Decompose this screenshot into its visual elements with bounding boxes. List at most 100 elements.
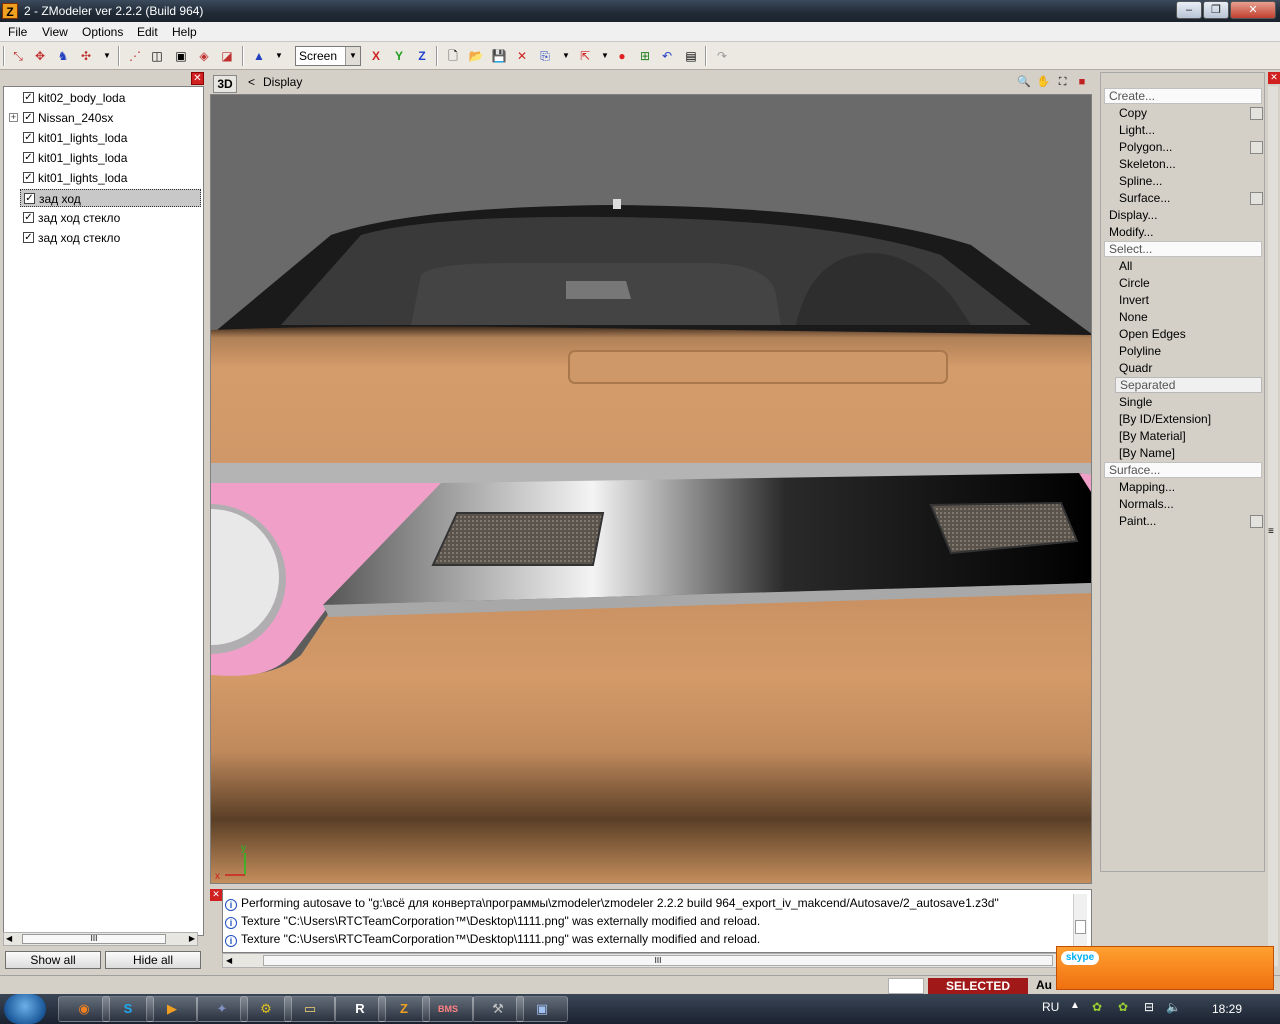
select-none-item[interactable]: None [1119,309,1148,325]
close-viewport-icon[interactable]: ■ [1074,74,1090,90]
menu-options[interactable]: Options [82,25,123,39]
minimize-button[interactable]: – [1176,1,1202,19]
tray-app-icon[interactable]: ✿ [1092,1000,1102,1014]
bms-icon[interactable]: BMS [422,996,474,1022]
axis-x-toggle[interactable]: X [367,47,385,65]
show-hidden-icons[interactable]: ▲ [1070,1000,1080,1011]
create-skeleton-item[interactable]: Skeleton... [1119,156,1176,172]
dropdown-arrow-icon[interactable]: ▼ [270,47,288,65]
redo-icon[interactable]: ↷ [713,47,731,65]
close-button[interactable]: ✕ [1230,1,1276,19]
select-single-item[interactable]: Single [1119,394,1152,410]
volume-icon[interactable]: 🔈 [1166,1000,1181,1014]
visibility-checkbox[interactable]: ✓ [23,152,34,163]
maximize-viewport-icon[interactable]: ⛶ [1055,74,1071,90]
language-indicator[interactable]: RU [1042,1000,1059,1014]
open-folder-icon[interactable]: 📂 [467,47,485,65]
visibility-checkbox[interactable]: ✓ [23,212,34,223]
tray-app-icon[interactable]: ✿ [1118,1000,1128,1014]
skype-notification[interactable]: skype [1056,946,1274,990]
dropdown-arrow-icon[interactable]: ▼ [557,47,575,65]
polygon-mode-icon[interactable]: ◫ [148,47,166,65]
menu-edit[interactable]: Edit [137,25,158,39]
create-spline-item[interactable]: Spline... [1119,173,1162,189]
menu-file[interactable]: File [8,25,27,39]
visibility-checkbox[interactable]: ✓ [23,112,34,123]
visibility-checkbox[interactable]: ✓ [23,92,34,103]
option-box[interactable] [1250,192,1263,205]
menu-help[interactable]: Help [172,25,197,39]
media-player-icon[interactable]: ▶ [146,996,198,1022]
tree-node[interactable]: ✓ kit01_lights_loda [20,169,201,187]
select-quadr-item[interactable]: Quadr [1119,360,1152,376]
select-by-id-item[interactable]: [By ID/Extension] [1119,411,1211,427]
rotate-tool-icon[interactable]: ✣ [77,47,95,65]
visibility-checkbox[interactable]: ✓ [23,232,34,243]
figure-tool-icon[interactable]: ♞ [54,47,72,65]
visibility-checkbox[interactable]: ✓ [23,172,34,183]
delete-icon[interactable]: ✕ [513,47,531,65]
zoom-icon[interactable]: 🔍 [1016,74,1032,90]
surface-section-header[interactable]: Surface... [1104,462,1262,478]
log-vertical-scrollbar[interactable] [1073,894,1087,954]
viewport-type-tab[interactable]: 3D [213,75,237,93]
surface-mapping-item[interactable]: Mapping... [1119,479,1175,495]
select-by-name-item[interactable]: [By Name] [1119,445,1175,461]
viewport-back-button[interactable]: < [248,75,255,89]
create-copy-item[interactable]: Copy [1119,105,1147,121]
select-open-edges-item[interactable]: Open Edges [1119,326,1186,342]
log-horizontal-scrollbar[interactable]: ◀ III ▶ [222,953,1092,968]
tree-node[interactable]: ✓ kit01_lights_loda [20,129,201,147]
tree-node[interactable]: ✓ kit02_body_loda [20,89,201,107]
undo-icon[interactable]: ↶ [658,47,676,65]
visibility-checkbox[interactable]: ✓ [23,132,34,143]
option-box[interactable] [1250,107,1263,120]
tree-horizontal-scrollbar[interactable]: ◀ III ▶ [3,932,198,946]
pan-hand-icon[interactable]: ✋ [1035,74,1051,90]
create-light-item[interactable]: Light... [1119,122,1155,138]
select-invert-item[interactable]: Invert [1119,292,1149,308]
hide-all-button[interactable]: Hide all [105,951,201,969]
tree-node[interactable]: + ✓ Nissan_240sx [9,109,201,127]
scroll-thumb[interactable] [1075,920,1086,934]
close-icon[interactable]: ✕ [1268,72,1280,84]
surface-paint-item[interactable]: Paint... [1119,513,1156,529]
document-icon[interactable]: ▤ [682,47,700,65]
scroll-right-icon[interactable]: ▶ [189,933,195,945]
create-section-header[interactable]: Create... [1104,88,1262,104]
network-icon[interactable]: ⊟ [1144,1000,1154,1014]
scroll-thumb[interactable]: III [22,934,166,944]
axis-z-toggle[interactable]: Z [413,47,431,65]
new-file-icon[interactable]: 🗋 [444,47,462,65]
scroll-left-icon[interactable]: ◀ [6,933,12,945]
select-section-header[interactable]: Select... [1104,241,1262,257]
select-tool-icon[interactable]: ⤡ [9,47,27,65]
command-panel-scrollbar[interactable]: ≡ [1268,86,1278,966]
add-icon[interactable]: ⊞ [636,47,654,65]
surface-normals-item[interactable]: Normals... [1119,496,1174,512]
dropdown-arrow-icon[interactable]: ▼ [98,47,116,65]
scroll-thumb[interactable]: III [263,955,1053,966]
scroll-left-icon[interactable]: ◀ [226,954,232,967]
option-box[interactable] [1250,141,1263,154]
menu-view[interactable]: View [42,25,68,39]
surface-mode-icon[interactable]: ◈ [195,47,213,65]
object-mode-icon[interactable]: ▣ [172,47,190,65]
import-icon[interactable]: ⎘ [536,47,554,65]
export-icon[interactable]: ⇱ [576,47,594,65]
option-box[interactable] [1250,515,1263,528]
viewport-3d[interactable]: y x [210,94,1092,884]
vertex-mode-icon[interactable]: ⋰ [126,47,144,65]
snap-icon[interactable]: ▲ [250,47,268,65]
select-by-material-item[interactable]: [By Material] [1119,428,1186,444]
select-separated-item[interactable]: Separated [1115,377,1262,393]
edge-mode-icon[interactable]: ◪ [218,47,236,65]
modify-section-item[interactable]: Modify... [1109,224,1153,240]
close-icon[interactable]: ✕ [191,72,204,85]
clock[interactable]: 18:29 [1212,1002,1242,1016]
close-icon[interactable]: ✕ [210,889,222,901]
move-tool-icon[interactable]: ✥ [31,47,49,65]
create-surface-item[interactable]: Surface... [1119,190,1170,206]
tree-node[interactable]: ✓ зад ход стекло [20,209,201,227]
tree-node-selected[interactable]: ✓ зад ход [20,189,201,207]
